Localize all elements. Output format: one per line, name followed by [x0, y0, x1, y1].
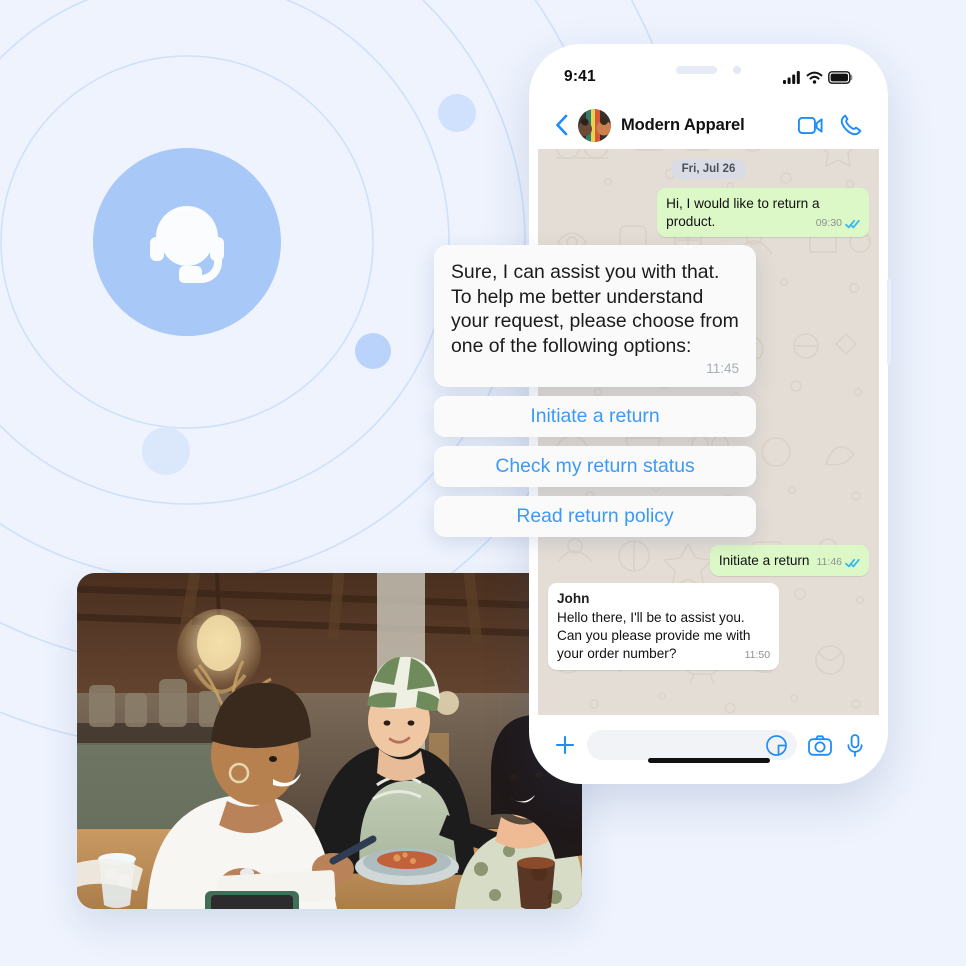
callout-message: Sure, I can assist you with that. To hel… — [451, 261, 745, 357]
message-input[interactable] — [587, 730, 797, 760]
decorative-dot-1 — [438, 94, 476, 132]
option-check-status[interactable]: Check my return status — [434, 445, 756, 487]
message-bubble-outgoing-selection: Initiate a return 11:46 — [709, 545, 869, 577]
microphone-icon[interactable] — [847, 733, 863, 757]
speaker-slot — [676, 66, 717, 74]
message-sender: John — [557, 591, 590, 607]
callout-card: Sure, I can assist you with that. To hel… — [434, 245, 756, 387]
plus-icon[interactable] — [554, 734, 576, 756]
message-text: Hi, I would like to return a product. — [666, 196, 824, 230]
message-time: 09:30 — [815, 217, 842, 230]
status-bar: 9:41 — [538, 53, 879, 101]
video-call-icon[interactable] — [798, 116, 823, 134]
option-label: Read return policy — [516, 504, 674, 527]
camera-icon[interactable] — [808, 734, 832, 756]
message-input-bar — [538, 715, 879, 775]
input-action-icons — [808, 733, 863, 757]
message-bubble-incoming: John Hello there, I'll be to assist you.… — [548, 583, 780, 670]
header-actions — [798, 114, 862, 136]
read-receipt-icon — [845, 219, 860, 229]
restaurant-photo — [77, 573, 582, 909]
sticker-icon[interactable] — [766, 734, 787, 756]
option-label: Check my return status — [495, 454, 695, 477]
bot-reply-callout: Sure, I can assist you with that. To hel… — [434, 245, 756, 537]
message-meta: 11:50 — [745, 649, 771, 663]
voice-call-icon[interactable] — [840, 114, 862, 136]
headset-support-icon — [150, 206, 224, 283]
option-read-policy[interactable]: Read return policy — [434, 495, 756, 537]
avatar[interactable] — [578, 108, 611, 142]
chat-header: Modern Apparel — [538, 101, 879, 149]
date-divider: Fri, Jul 26 — [548, 159, 869, 179]
home-indicator — [647, 758, 770, 763]
callout-time: 11:45 — [706, 360, 739, 376]
message-meta: 11:46 — [817, 556, 861, 570]
message-bubble-outgoing: Hi, I would like to return a product. 09… — [657, 188, 869, 238]
option-label: Initiate a return — [530, 404, 660, 427]
support-badge — [93, 148, 281, 336]
message-text: Initiate a return — [718, 553, 810, 569]
back-icon[interactable] — [555, 114, 568, 136]
date-chip: Fri, Jul 26 — [670, 159, 747, 179]
message-text: Hello there, I'll be to assist you. Can … — [557, 610, 755, 662]
phone-side-button[interactable] — [887, 279, 891, 365]
message-meta: 09:30 — [816, 217, 860, 231]
contact-name: Modern Apparel — [621, 115, 745, 134]
message-time: 11:50 — [744, 649, 771, 662]
message-time: 11:46 — [816, 556, 843, 569]
decorative-dot-3 — [142, 427, 190, 475]
read-receipt-icon — [845, 559, 860, 568]
front-camera-icon — [733, 66, 741, 74]
notch-group — [538, 66, 879, 74]
option-initiate-return[interactable]: Initiate a return — [434, 395, 756, 437]
decorative-dot-2 — [355, 333, 391, 369]
